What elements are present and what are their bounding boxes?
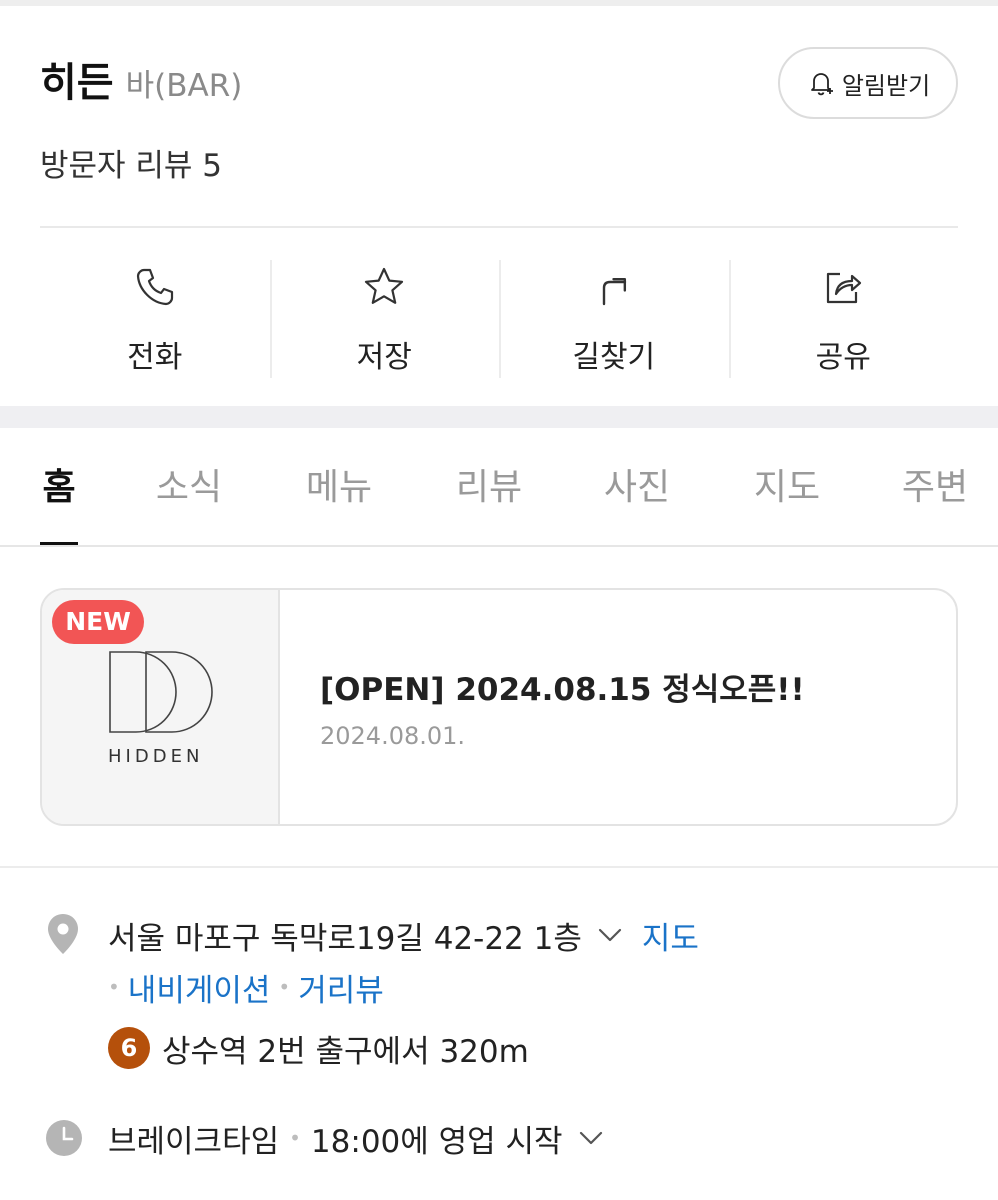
tab-reviews[interactable]: 리뷰	[456, 458, 522, 510]
call-label: 전화	[127, 340, 183, 375]
directions-button[interactable]: 길찾기	[499, 250, 729, 380]
location-pin-icon	[48, 914, 78, 954]
navigation-links: • 내비게이션 • 거리뷰	[108, 964, 384, 1010]
directions-icon	[602, 277, 626, 306]
place-name: 히든	[40, 60, 114, 106]
top-strip	[0, 0, 998, 6]
save-label: 저장	[356, 340, 412, 375]
street-view-link[interactable]: 거리뷰	[298, 965, 384, 1010]
share-icon	[827, 272, 862, 304]
tab-photos[interactable]: 사진	[604, 458, 670, 510]
chevron-down-icon[interactable]	[592, 917, 628, 953]
hidden-logo	[109, 651, 213, 733]
logo-text: HIDDEN	[108, 746, 204, 767]
tab-news[interactable]: 소식	[156, 458, 222, 510]
news-title: [OPEN] 2024.08.15 정식오픈!!	[320, 672, 805, 708]
alarm-button-label: 알림받기	[841, 71, 931, 100]
title-row: 히든 바(BAR)	[40, 50, 242, 110]
tab-home[interactable]: 홈	[42, 458, 75, 510]
tab-bar: 홈 소식 메뉴 리뷰 사진 지도 주변	[0, 428, 998, 546]
subway-line-badge: 6	[108, 1027, 150, 1069]
navigation-link[interactable]: 내비게이션	[128, 965, 271, 1010]
share-button[interactable]: 공유	[728, 250, 959, 380]
separator-dot: •	[108, 975, 120, 999]
address-text[interactable]: 서울 마포구 독막로19길 42-22 1층	[108, 913, 582, 958]
tab-map[interactable]: 지도	[754, 458, 820, 510]
place-category: 바(BAR)	[125, 68, 243, 104]
new-badge: NEW	[52, 600, 144, 644]
separator-dot: •	[289, 1126, 301, 1150]
hours-open-time: 18:00에 영업 시작	[310, 1123, 563, 1160]
action-bar: 전화 저장 길찾기 공유	[40, 250, 958, 380]
alarm-button[interactable]: 알림받기	[778, 47, 958, 119]
phone-icon	[136, 268, 173, 306]
map-link[interactable]: 지도	[642, 913, 699, 958]
star-icon	[365, 267, 404, 304]
tab-menu[interactable]: 메뉴	[306, 458, 372, 510]
news-date: 2024.08.01.	[320, 722, 466, 750]
separator-dot: •	[278, 975, 291, 999]
divider	[0, 866, 998, 868]
tabs-border	[0, 545, 998, 547]
address-row: 서울 마포구 독막로19길 42-22 1층 지도	[108, 912, 699, 958]
directions-label: 길찾기	[572, 340, 656, 375]
divider	[40, 226, 958, 228]
bell-plus-icon	[810, 73, 833, 96]
section-separator	[0, 406, 998, 428]
clock-icon	[46, 1120, 82, 1156]
save-button[interactable]: 저장	[269, 250, 500, 380]
hours-status: 브레이크타임	[108, 1123, 280, 1160]
call-button[interactable]: 전화	[40, 250, 270, 380]
subway-row: 6 상수역 2번 출구에서 320m	[108, 1025, 529, 1071]
news-card[interactable]: HIDDEN NEW [OPEN] 2024.08.15 정식오픈!! 2024…	[40, 588, 958, 826]
tab-nearby[interactable]: 주변	[902, 458, 968, 510]
hours-row[interactable]: 브레이크타임 • 18:00에 영업 시작	[108, 1115, 609, 1161]
visitor-review-count[interactable]: 방문자 리뷰 5	[40, 140, 222, 185]
subway-directions: 상수역 2번 출구에서 320m	[162, 1033, 529, 1070]
share-label: 공유	[815, 340, 871, 375]
news-thumbnail: HIDDEN NEW	[42, 590, 280, 824]
chevron-down-icon[interactable]	[573, 1120, 609, 1156]
